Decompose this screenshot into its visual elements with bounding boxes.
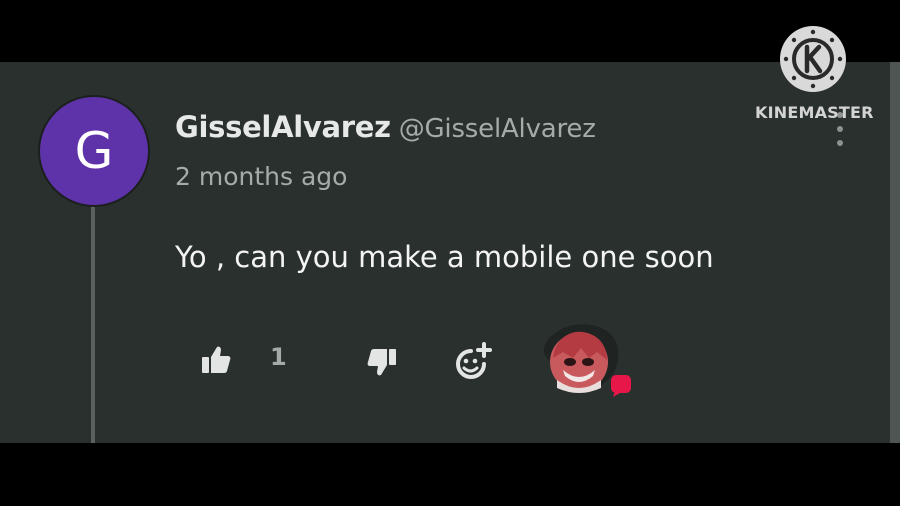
comment-header: GisselAlvarez @GisselAlvarez bbox=[175, 110, 596, 144]
like-button[interactable] bbox=[196, 340, 236, 380]
author-name[interactable]: GisselAlvarez bbox=[175, 110, 391, 144]
creator-heart-badge[interactable] bbox=[533, 318, 635, 402]
watermark-text: KINEMASTER bbox=[755, 103, 874, 122]
kinemaster-watermark: KINEMASTER bbox=[755, 26, 873, 126]
thread-line bbox=[91, 205, 95, 443]
kinemaster-logo-icon bbox=[780, 26, 846, 92]
thumbs-down-icon bbox=[367, 349, 396, 376]
scrollbar[interactable] bbox=[890, 62, 900, 443]
anime-avatar-icon bbox=[543, 324, 631, 397]
thumbs-up-icon bbox=[202, 346, 231, 373]
dislike-button[interactable] bbox=[362, 342, 402, 382]
author-handle[interactable]: @GisselAlvarez bbox=[399, 114, 596, 144]
reply-emoji-icon bbox=[456, 342, 492, 379]
timestamp: 2 months ago bbox=[175, 162, 348, 191]
avatar[interactable]: G bbox=[40, 97, 148, 205]
comment-text: Yo , can you make a mobile one soon bbox=[175, 240, 714, 274]
reply-button[interactable] bbox=[450, 340, 496, 382]
like-count: 1 bbox=[270, 343, 287, 371]
avatar-letter: G bbox=[74, 122, 114, 180]
